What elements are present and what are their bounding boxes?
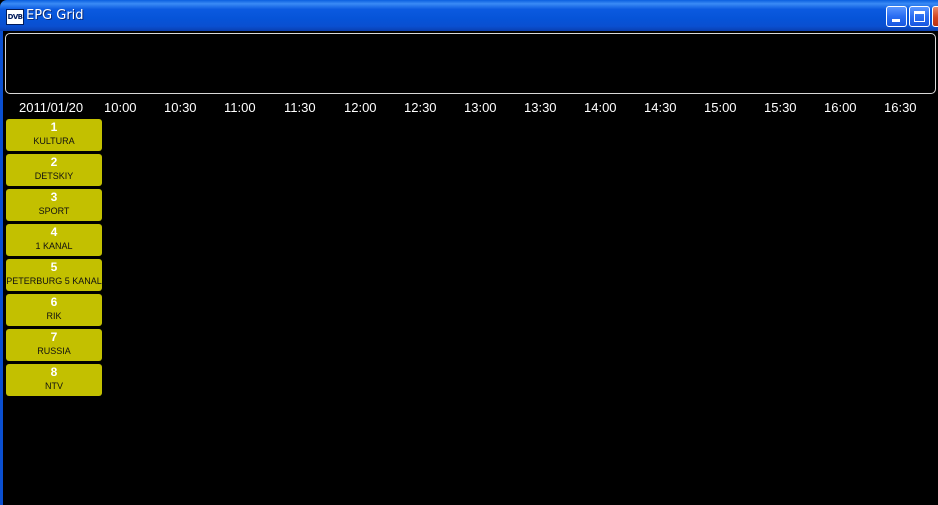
- close-button[interactable]: [932, 6, 938, 27]
- time-slot-label: 16:30: [884, 100, 917, 115]
- date-label: 2011/01/20: [19, 100, 84, 115]
- timeline-header: 2011/01/20 10:00 10:30 11:00 11:30 12:00…: [0, 98, 938, 118]
- time-slot-label: 16:00: [824, 100, 857, 115]
- dvb-app-icon[interactable]: DVB: [6, 9, 24, 25]
- channel-button-rik[interactable]: 6 RIK: [6, 294, 102, 326]
- channel-number: 3: [50, 190, 58, 204]
- program-info-panel: [5, 33, 936, 94]
- channel-number: 4: [50, 225, 58, 239]
- channel-button-ntv[interactable]: 8 NTV: [6, 364, 102, 396]
- time-slot-label: 11:30: [284, 100, 316, 115]
- channel-number: 1: [50, 120, 58, 134]
- time-slot-label: 12:30: [404, 100, 437, 115]
- time-slot-label: 12:00: [344, 100, 377, 115]
- channel-number: 8: [50, 365, 58, 379]
- maximize-icon: [914, 11, 925, 22]
- channel-name: RIK: [46, 311, 62, 321]
- channel-name: RUSSIA: [37, 346, 71, 356]
- time-slot-label: 10:00: [104, 100, 137, 115]
- time-slot-label: 15:30: [764, 100, 797, 115]
- channel-name: NTV: [45, 381, 63, 391]
- app-icon-text: DVB: [7, 12, 23, 21]
- window-title: EPG Grid: [26, 8, 84, 23]
- channel-name: SPORT: [38, 206, 70, 216]
- channel-number: 7: [50, 330, 58, 344]
- channel-button-peterburg-5-kanal[interactable]: 5 PETERBURG 5 KANAL: [6, 259, 102, 291]
- time-slot-label: 13:30: [524, 100, 557, 115]
- channel-name: 1 KANAL: [35, 241, 73, 251]
- time-slot-label: 10:30: [164, 100, 197, 115]
- channel-button-detskiy[interactable]: 2 DETSKIY: [6, 154, 102, 186]
- channel-number: 5: [50, 260, 58, 274]
- minimize-icon: [892, 19, 900, 22]
- channel-number: 6: [50, 295, 58, 309]
- time-slot-label: 14:00: [584, 100, 617, 115]
- epg-grid-window: DVB EPG Grid 2011/01/20 10:00 10:30 11:0…: [0, 0, 938, 505]
- title-bar[interactable]: DVB EPG Grid: [0, 0, 938, 31]
- channel-button-1-kanal[interactable]: 4 1 KANAL: [6, 224, 102, 256]
- channel-name: PETERBURG 5 KANAL: [6, 276, 102, 286]
- time-slot-label: 11:00: [224, 100, 256, 115]
- time-slot-label: 13:00: [464, 100, 497, 115]
- channel-button-russia[interactable]: 7 RUSSIA: [6, 329, 102, 361]
- channel-number: 2: [50, 155, 58, 169]
- time-slot-label: 14:30: [644, 100, 677, 115]
- channel-button-kultura[interactable]: 1 KULTURA: [6, 119, 102, 151]
- channel-name: DETSKIY: [34, 171, 74, 181]
- channel-name: KULTURA: [33, 136, 75, 146]
- channel-button-sport[interactable]: 3 SPORT: [6, 189, 102, 221]
- maximize-button[interactable]: [909, 6, 930, 27]
- time-slot-label: 15:00: [704, 100, 737, 115]
- minimize-button[interactable]: [886, 6, 907, 27]
